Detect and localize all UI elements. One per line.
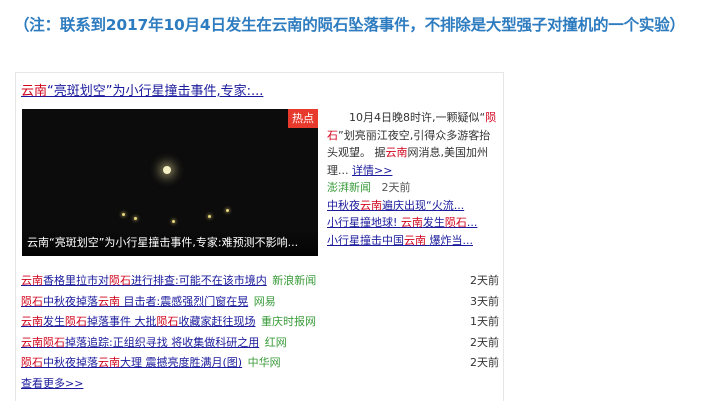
title-part: 香格里拉市对	[43, 274, 109, 287]
headline-keyword: 云南	[21, 84, 48, 99]
title-part: 目击者:震感强烈门窗在晃	[120, 294, 249, 308]
title-keyword: 陨石	[43, 335, 65, 349]
title-keyword: 陨石	[109, 274, 131, 287]
link-part: 爆炸当...	[426, 233, 473, 247]
title-part: 掉落追踪:正组织寻找 将收集做科研之用	[65, 335, 260, 349]
news-title-link[interactable]: 陨石中秋夜掉落云南大理 震撼亮度胜满月(图)	[21, 356, 242, 369]
see-more-link[interactable]: 查看更多>>	[21, 375, 83, 391]
news-source[interactable]: 网易	[254, 295, 276, 308]
news-source[interactable]: 重庆时报网	[261, 315, 316, 328]
title-keyword: 云南	[98, 294, 120, 308]
title-part: 中秋夜掉落	[43, 356, 98, 369]
link-keyword: 云南	[404, 233, 426, 247]
related-link[interactable]: 小行星撞击中国云南 爆炸当...	[327, 232, 499, 250]
title-part: 进行排查:可能不在该市境内	[131, 274, 267, 287]
summary-time: 2天前	[381, 181, 411, 194]
title-part: 掉落事件 大批	[87, 315, 157, 328]
news-row: 云南陨石掉落追踪:正组织寻找 将收集做科研之用 红网 2天前	[21, 333, 499, 354]
title-keyword: 云南	[21, 274, 43, 287]
news-list: 云南香格里拉市对陨石进行排查:可能不在该市境内 新浪新闻 2天前 陨石中秋夜掉落…	[21, 271, 499, 374]
title-keyword: 陨石	[21, 294, 43, 308]
summary-panel: 10月4日晚8时许,一颗疑似“陨石”划亮丽江夜空,引得众多游客抬头观望。 据云南…	[327, 109, 499, 249]
title-part: 大理 震撼亮度胜满月(图)	[120, 356, 243, 369]
headline-link[interactable]: 云南“亮斑划空”为小行星撞击事件,专家:...	[21, 83, 263, 101]
news-time: 2天前	[470, 335, 499, 349]
title-keyword: 陨石	[65, 315, 87, 328]
news-time: 2天前	[470, 274, 499, 287]
headline-text: “亮斑划空”为小行星撞击事件,专家:...	[47, 84, 264, 99]
news-source[interactable]: 红网	[265, 336, 287, 349]
title-keyword: 云南	[21, 315, 43, 328]
video-thumbnail[interactable]: 热点 云南“亮斑划空”为小行星撞击事件,专家:难预测不影响...	[22, 109, 318, 256]
title-keyword: 云南	[98, 356, 120, 369]
city-light	[172, 220, 175, 223]
news-card: 云南“亮斑划空”为小行星撞击事件,专家:... 热点 云南“亮斑划空”为小行星撞…	[15, 72, 504, 401]
news-title-link[interactable]: 陨石中秋夜掉落云南 目击者:震感强烈门窗在晃	[21, 295, 248, 308]
title-keyword: 陨石	[156, 315, 179, 328]
link-keyword: 云南	[360, 198, 382, 212]
title-part: 收藏家赶往现场	[178, 315, 256, 328]
news-time: 1天前	[470, 315, 499, 328]
title-keyword: 云南	[21, 335, 43, 349]
related-link[interactable]: 中秋夜云南遍庆出现“火流...	[327, 197, 499, 215]
link-part: 发生	[422, 216, 445, 229]
news-time: 3天前	[470, 294, 499, 308]
link-keyword: 云南	[400, 216, 423, 229]
editor-note: （注：联系到2017年10月4日发生在云南的陨石坠落事件，不排除是大型强子对撞机…	[14, 16, 685, 34]
news-title-link[interactable]: 云南发生陨石掉落事件 大批陨石收藏家赶往现场	[21, 315, 256, 328]
summary-part: 10月4日晚8时许,一颗疑似“	[349, 111, 486, 124]
link-part: ...	[466, 216, 478, 229]
hot-badge: 热点	[288, 109, 318, 128]
link-part: 中秋夜	[327, 198, 360, 212]
title-keyword: 陨石	[21, 356, 43, 369]
video-caption[interactable]: 云南“亮斑划空”为小行星撞击事件,专家:难预测不影响...	[22, 230, 318, 256]
summary-text: 10月4日晚8时许,一颗疑似“陨石”划亮丽江夜空,引得众多游客抬头观望。 据云南…	[327, 109, 499, 179]
news-title-link[interactable]: 云南陨石掉落追踪:正组织寻找 将收集做科研之用	[21, 336, 259, 349]
news-time: 2天前	[470, 356, 499, 369]
news-row: 陨石中秋夜掉落云南大理 震撼亮度胜满月(图) 中华网 2天前	[21, 353, 499, 374]
title-part: 中秋夜掉落	[43, 294, 98, 308]
fireball-light	[163, 166, 171, 174]
news-source[interactable]: 中华网	[248, 356, 281, 369]
summary-source[interactable]: 澎湃新闻	[327, 181, 371, 194]
news-source[interactable]: 新浪新闻	[272, 274, 316, 287]
link-part: 遍庆出现“火流...	[382, 198, 465, 212]
news-row: 陨石中秋夜掉落云南 目击者:震感强烈门窗在晃 网易 3天前	[21, 292, 499, 313]
detail-link[interactable]: 详情>>	[352, 164, 392, 177]
city-light	[134, 217, 137, 220]
link-keyword: 陨石	[444, 216, 467, 229]
link-part: 小行星撞地球!	[327, 216, 401, 229]
city-light	[208, 215, 211, 218]
news-title-link[interactable]: 云南香格里拉市对陨石进行排查:可能不在该市境内	[21, 274, 267, 287]
summary-meta: 澎湃新闻 2天前	[327, 179, 499, 197]
city-light	[226, 209, 229, 212]
summary-keyword: 云南	[385, 146, 408, 159]
title-part: 发生	[43, 315, 65, 328]
related-link[interactable]: 小行星撞地球! 云南发生陨石...	[327, 214, 499, 232]
news-row: 云南香格里拉市对陨石进行排查:可能不在该市境内 新浪新闻 2天前	[21, 271, 499, 292]
link-part: 小行星撞击中国	[327, 233, 404, 247]
city-light	[122, 213, 125, 216]
news-row: 云南发生陨石掉落事件 大批陨石收藏家赶往现场 重庆时报网 1天前	[21, 312, 499, 333]
